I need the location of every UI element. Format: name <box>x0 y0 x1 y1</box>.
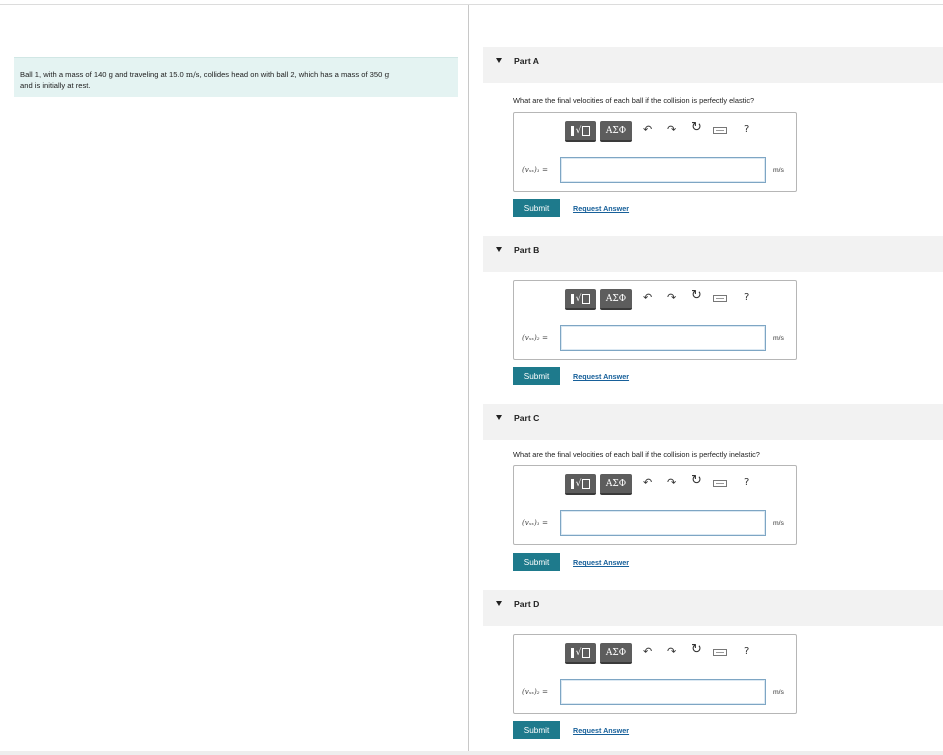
part-a-answer-box: √ ΑΣΦ ↶ ↷ ↻ ? (vₓₓ)₁ = m/s <box>513 112 797 192</box>
answer-input[interactable] <box>560 325 766 351</box>
greek-symbols-button[interactable]: ΑΣΦ <box>600 474 632 495</box>
request-answer-link[interactable]: Request Answer <box>573 726 629 735</box>
part-b-header[interactable]: Part B <box>483 236 943 272</box>
redo-icon[interactable]: ↷ <box>667 645 676 659</box>
part-c-question: What are the final velocities of each ba… <box>513 450 760 459</box>
part-b-title: Part B <box>514 245 540 255</box>
speed-unit: m/s <box>185 70 200 79</box>
variable-label: (vₓₓ)₁ = <box>522 518 548 527</box>
answer-input[interactable] <box>560 157 766 183</box>
request-answer-link[interactable]: Request Answer <box>573 204 629 213</box>
reset-icon[interactable]: ↻ <box>691 121 702 135</box>
keyboard-icon[interactable] <box>713 127 727 134</box>
unit-label: m/s <box>773 167 784 174</box>
request-answer-link[interactable]: Request Answer <box>573 558 629 567</box>
help-button[interactable]: ? <box>744 123 749 137</box>
problem-statement: Ball 1, with a mass of 140 g and traveli… <box>14 57 458 97</box>
collapse-triangle-icon[interactable] <box>496 415 502 420</box>
part-a-question: What are the final velocities of each ba… <box>513 96 755 105</box>
redo-icon[interactable]: ↷ <box>667 123 676 137</box>
mass-unit: g <box>384 70 390 79</box>
templates-button[interactable]: √ <box>565 474 596 495</box>
variable-label: (vₓₓ)₂ = <box>522 687 548 696</box>
redo-icon[interactable]: ↷ <box>667 476 676 490</box>
top-rule <box>0 4 943 5</box>
bottom-scroll-edge <box>0 751 943 755</box>
reset-icon[interactable]: ↻ <box>691 474 702 488</box>
collapse-triangle-icon[interactable] <box>496 58 502 63</box>
answer-input[interactable] <box>560 679 766 705</box>
templates-button[interactable]: √ <box>565 643 596 664</box>
keyboard-icon[interactable] <box>713 649 727 656</box>
reset-icon[interactable]: ↻ <box>691 643 702 657</box>
part-d-title: Part D <box>514 599 540 609</box>
part-a-header[interactable]: Part A <box>483 47 943 83</box>
variable-label: (vₓₓ)₁ = <box>522 165 548 174</box>
answer-input[interactable] <box>560 510 766 536</box>
submit-button[interactable]: Submit <box>513 199 560 217</box>
templates-button[interactable]: √ <box>565 121 596 142</box>
problem-text-3: and is initially at rest. <box>20 81 91 90</box>
submit-button[interactable]: Submit <box>513 367 560 385</box>
undo-icon[interactable]: ↶ <box>643 476 652 490</box>
keyboard-icon[interactable] <box>713 480 727 487</box>
problem-text-2: , collides head on with ball 2, which ha… <box>199 70 385 79</box>
keyboard-icon[interactable] <box>713 295 727 302</box>
redo-icon[interactable]: ↷ <box>667 291 676 305</box>
unit-label: m/s <box>773 520 784 527</box>
greek-symbols-button[interactable]: ΑΣΦ <box>600 643 632 664</box>
part-d-header[interactable]: Part D <box>483 590 943 626</box>
collapse-triangle-icon[interactable] <box>496 601 502 606</box>
submit-button[interactable]: Submit <box>513 553 560 571</box>
column-divider <box>468 5 469 755</box>
part-c-header[interactable]: Part C <box>483 404 943 440</box>
greek-symbols-button[interactable]: ΑΣΦ <box>600 121 632 142</box>
part-a-title: Part A <box>514 56 539 66</box>
collapse-triangle-icon[interactable] <box>496 247 502 252</box>
part-d-answer-box: √ ΑΣΦ ↶ ↷ ↻ ? (vₓₓ)₂ = m/s <box>513 634 797 714</box>
part-c-title: Part C <box>514 413 540 423</box>
greek-symbols-button[interactable]: ΑΣΦ <box>600 289 632 310</box>
undo-icon[interactable]: ↶ <box>643 291 652 305</box>
part-c-answer-box: √ ΑΣΦ ↶ ↷ ↻ ? (vₓₓ)₁ = m/s <box>513 465 797 545</box>
help-button[interactable]: ? <box>744 645 749 659</box>
undo-icon[interactable]: ↶ <box>643 123 652 137</box>
variable-label: (vₓₓ)₂ = <box>522 333 548 342</box>
help-button[interactable]: ? <box>744 291 749 305</box>
submit-button[interactable]: Submit <box>513 721 560 739</box>
templates-button[interactable]: √ <box>565 289 596 310</box>
unit-label: m/s <box>773 689 784 696</box>
reset-icon[interactable]: ↻ <box>691 289 702 303</box>
problem-text-1: Ball 1, with a mass of 140 g and traveli… <box>20 70 186 79</box>
unit-label: m/s <box>773 335 784 342</box>
request-answer-link[interactable]: Request Answer <box>573 372 629 381</box>
help-button[interactable]: ? <box>744 476 749 490</box>
undo-icon[interactable]: ↶ <box>643 645 652 659</box>
part-b-answer-box: √ ΑΣΦ ↶ ↷ ↻ ? (vₓₓ)₂ = m/s <box>513 280 797 360</box>
